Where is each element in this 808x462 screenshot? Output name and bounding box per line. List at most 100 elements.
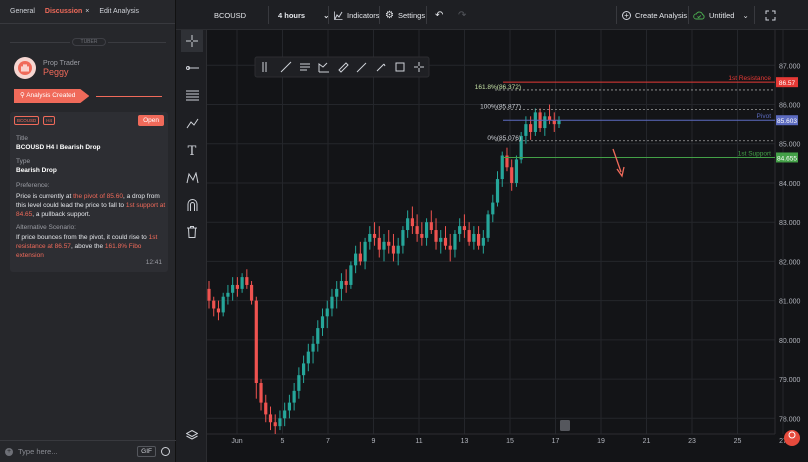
- create-analysis-button[interactable]: + Create Analysis: [622, 0, 687, 30]
- horizontal-ray-icon: [185, 66, 199, 70]
- y-tick-label: 82.000: [779, 259, 801, 266]
- plus-circle-icon: +: [622, 10, 631, 20]
- candle-body: [245, 277, 249, 285]
- gif-button[interactable]: GIF: [137, 446, 156, 457]
- analysis-created-label: Analysis Created: [26, 92, 76, 99]
- fib-tool[interactable]: [181, 84, 203, 106]
- tab-discussion-label: Discussion: [44, 8, 83, 15]
- type-value: Bearish Drop: [16, 167, 57, 174]
- candle-body: [443, 237, 448, 246]
- avatar[interactable]: [14, 57, 36, 79]
- price-tag-label: 86.57: [779, 80, 796, 87]
- layout-name: Untitled: [709, 10, 735, 20]
- divider: [616, 6, 617, 24]
- add-icon[interactable]: +: [5, 447, 13, 456]
- indicators-label: Indicators: [347, 10, 380, 20]
- candle-body: [330, 296, 334, 309]
- title-value: BCOUSD H4 I Bearish Drop: [16, 144, 101, 151]
- layout-select[interactable]: Untitled ⌄: [693, 0, 749, 30]
- x-tick-label: 9: [372, 438, 376, 445]
- trend-line-tool[interactable]: [181, 57, 203, 79]
- candle-body: [472, 233, 476, 242]
- indicators-button[interactable]: Indicators: [334, 0, 380, 30]
- candle-body: [306, 351, 310, 364]
- candle-body: [486, 214, 490, 238]
- cloud-check-icon: [693, 11, 705, 19]
- candle-body: [240, 277, 244, 289]
- candle-body: [533, 112, 537, 132]
- crosshair-icon: [186, 35, 198, 47]
- candle-body: [231, 284, 235, 293]
- settings-label: Settings: [397, 10, 426, 20]
- fib-retracement-icon: [185, 90, 199, 100]
- divider: [379, 6, 380, 24]
- x-tick-label: 17: [552, 438, 560, 445]
- candle-body: [514, 159, 519, 183]
- candle-body: [316, 328, 320, 344]
- candle-body: [377, 237, 381, 250]
- candle-body: [344, 281, 348, 285]
- panel-tabs: General Discussion × Edit Analysis: [0, 0, 175, 24]
- candle-body: [439, 237, 443, 242]
- layers-tool[interactable]: [181, 424, 203, 446]
- y-tick-label: 85.000: [779, 142, 801, 149]
- chart-toolbar: BCOUSD 4 hours ⌄ Indicators ⚙ Settings ↶…: [176, 0, 808, 30]
- open-button[interactable]: Open: [138, 115, 164, 126]
- gear-icon: ⚙: [385, 9, 394, 21]
- price-chart[interactable]: 87.000 86.000 85.000 84.000 83.000 82.000 81.0…: [207, 30, 808, 462]
- candle-body: [543, 116, 547, 129]
- candle-body: [410, 218, 414, 227]
- emoji-icon[interactable]: [161, 447, 170, 456]
- price-tag-label: 84.655: [777, 155, 797, 162]
- symbol-search[interactable]: BCOUSD: [214, 0, 246, 30]
- undo-icon[interactable]: ↶: [435, 0, 443, 30]
- candle-body: [335, 288, 339, 297]
- redo-icon[interactable]: ↷: [458, 0, 466, 30]
- arrow-shaft: [612, 148, 622, 173]
- interval-label: 4 hours: [278, 10, 306, 20]
- magnet-icon: [187, 199, 197, 211]
- author-name[interactable]: Peggy: [43, 67, 80, 77]
- candle-body: [354, 253, 358, 266]
- candle-body: [235, 284, 239, 289]
- pattern-tool[interactable]: [181, 112, 203, 134]
- candle-body: [424, 222, 429, 238]
- candle-body: [547, 116, 552, 121]
- text-part: If price bounces from the pivot, it coul…: [16, 234, 149, 241]
- price-tag-label: 85.603: [777, 118, 797, 125]
- x-tick-label: 25: [734, 438, 742, 445]
- chat-input[interactable]: Type here...: [18, 447, 132, 456]
- candle-body: [292, 390, 296, 403]
- candle-body: [462, 226, 467, 231]
- candle-body: [349, 265, 353, 285]
- x-tick-label: 15: [506, 438, 514, 445]
- y-tick-label: 84.000: [779, 181, 801, 188]
- x-tick-label: 7: [326, 438, 330, 445]
- candle-body: [495, 179, 500, 203]
- candle-body: [491, 202, 495, 215]
- symbol-badge: BCOUSD: [14, 116, 40, 125]
- candle-body: [524, 124, 528, 136]
- tab-edit-analysis[interactable]: Edit Analysis: [99, 8, 139, 15]
- close-icon[interactable]: ×: [85, 8, 89, 15]
- tab-general[interactable]: General: [10, 8, 35, 15]
- settings-button[interactable]: ⚙ Settings: [385, 0, 425, 30]
- fullscreen-icon[interactable]: [765, 0, 776, 30]
- divider: [108, 42, 166, 43]
- trash-icon: [187, 226, 197, 238]
- candle-body: [557, 120, 561, 125]
- level-name: 1st Resistance: [728, 75, 771, 82]
- crosshair-tool[interactable]: [181, 30, 203, 52]
- candle-body: [268, 414, 273, 423]
- candle-body: [476, 233, 481, 246]
- delete-tool[interactable]: [181, 221, 203, 243]
- magnet-tool[interactable]: [181, 194, 203, 216]
- interval-select[interactable]: 4 hours ⌄: [278, 0, 329, 30]
- chart-canvas[interactable]: 87.000 86.000 85.000 84.000 83.000 82.000 81.0…: [207, 30, 808, 462]
- path-tool[interactable]: [181, 167, 203, 189]
- expand-icon: [765, 10, 776, 20]
- tab-discussion[interactable]: Discussion ×: [45, 8, 89, 15]
- text-tool[interactable]: T: [181, 140, 203, 162]
- candle-body: [339, 281, 344, 289]
- x-tick-label: 23: [688, 438, 696, 445]
